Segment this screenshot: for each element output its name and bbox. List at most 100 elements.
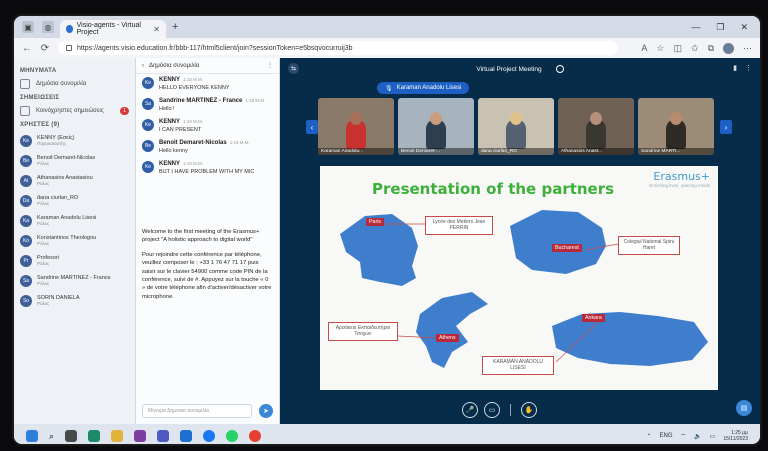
wifi-icon[interactable]: ⌔ bbox=[681, 432, 687, 440]
talking-speaker-name: Karaman Anadolu Lisesi bbox=[396, 85, 462, 91]
clock[interactable]: 1:25 μμ 15/11/2023 bbox=[723, 430, 748, 443]
message-text: BUT I HAVE PROBLEM WITH MY MIC bbox=[159, 168, 255, 175]
teams-icon[interactable] bbox=[157, 430, 170, 442]
chrome-icon[interactable] bbox=[249, 430, 262, 442]
user-role: Ρόλος bbox=[37, 241, 50, 247]
participant-name: dana ciurlan_RO bbox=[478, 148, 554, 155]
presentation-toggle-button[interactable]: ▤ bbox=[736, 400, 752, 416]
start-menu-icon[interactable] bbox=[26, 430, 38, 442]
workspaces-icon[interactable]: ▣ bbox=[22, 21, 34, 33]
meeting-area: ⇆ Virtual Project Meeting ▮ ⋮ 🎙 Karaman … bbox=[280, 58, 760, 424]
browser-globe-icon[interactable]: ◍ bbox=[42, 21, 54, 33]
participant-head bbox=[590, 112, 602, 125]
participant-head bbox=[670, 112, 682, 125]
chat-options-icon[interactable]: ⋮ bbox=[267, 62, 273, 69]
user-list-item[interactable]: Sa Sandrine MARTINEZ - France Ρόλος bbox=[20, 273, 129, 288]
whatsapp-icon[interactable] bbox=[226, 430, 239, 442]
participant-video-tile[interactable]: Benoit Demaret-... bbox=[398, 98, 474, 155]
outlook-icon[interactable] bbox=[180, 430, 193, 442]
collections-icon[interactable]: ⧉ bbox=[708, 43, 714, 54]
partner-box-romania: Colegiul National Spiru Haret bbox=[618, 236, 680, 255]
notes-section-title: ΣΗΜΕΙΩΣΕΙΣ bbox=[20, 95, 60, 101]
talking-indicator: 🎙 Karaman Anadolu Lisesi bbox=[377, 82, 470, 94]
message-avatar: Ke bbox=[142, 160, 154, 173]
volume-icon[interactable]: 🔈 bbox=[694, 433, 701, 440]
participant-name: Sandrine MARTI... bbox=[638, 148, 714, 155]
user-list-item[interactable]: Da dana ciurlan_RO Ρόλος bbox=[20, 193, 129, 208]
back-icon[interactable]: ← bbox=[22, 43, 32, 54]
close-window-button[interactable]: ✕ bbox=[740, 22, 748, 33]
tray-chevron-icon[interactable]: ⌃ bbox=[647, 433, 652, 440]
video-prev-arrow[interactable]: ‹ bbox=[306, 120, 318, 134]
chat-messages: Ke KENNY 1:18 Μ.Μ. HELLO EVERYONE KENNY S… bbox=[136, 74, 279, 179]
browser-toolbar-icons: A ☆ ◫ ✩ ⧉ ⋯ bbox=[641, 42, 752, 54]
user-list-item[interactable]: Ko Konstantinos Theologou Ρόλος bbox=[20, 233, 129, 248]
toggle-userlist-icon[interactable]: ⇆ bbox=[288, 63, 299, 74]
meeting-topbar: ⇆ Virtual Project Meeting ▮ ⋮ bbox=[280, 58, 760, 80]
user-names: Athanasios Anastasiou Ρόλος bbox=[37, 175, 93, 186]
windows-taskbar: ⌕ ⌃ ENG ⌔ 🔈 ▭ 1:25 μμ 15/11/2023 bbox=[14, 424, 760, 444]
raise-hand-button[interactable]: ✋ bbox=[521, 402, 537, 418]
user-avatar: Ka bbox=[20, 214, 32, 227]
battery-icon[interactable]: ▭ bbox=[710, 433, 716, 440]
participant-video-tile[interactable]: Karaman Anadolu... bbox=[318, 98, 394, 155]
user-list-item[interactable]: Ka Karaman Anadolu Lisesi Ρόλος bbox=[20, 213, 129, 228]
public-chat-item[interactable]: Δημόσια συνομιλία bbox=[20, 79, 129, 89]
mute-microphone-button[interactable]: 🎤 bbox=[462, 402, 478, 418]
refresh-icon[interactable]: ⟳ bbox=[40, 43, 50, 54]
user-list: Ke KENNY (Εσείς) Παρουσιαστής Be Benoit … bbox=[20, 133, 129, 308]
profile-avatar[interactable] bbox=[723, 42, 734, 54]
presentation-slide[interactable]: Presentation of the partners Erasmus+ En… bbox=[320, 166, 718, 390]
user-list-item[interactable]: Ke KENNY (Εσείς) Παρουσιαστής bbox=[20, 133, 129, 148]
shared-notes-item[interactable]: Κοινόχρηστες σημειώσεις 1 bbox=[20, 106, 129, 116]
user-list-item[interactable]: Pr Profesori Ρόλος bbox=[20, 253, 129, 268]
read-aloud-icon[interactable]: A bbox=[641, 43, 647, 54]
task-view-icon[interactable] bbox=[65, 430, 78, 442]
send-message-button[interactable]: ➤ bbox=[259, 404, 273, 418]
message-time: 1:19 Μ.Μ. bbox=[183, 160, 204, 166]
tray-language[interactable]: ENG bbox=[660, 433, 673, 439]
chat-panel: ‹ Δημόσια συνομιλία ⋮ Ke KENNY 1:18 Μ.Μ. … bbox=[136, 58, 280, 424]
minimize-button[interactable]: — bbox=[691, 22, 700, 33]
address-bar-row: ← ⟳ https://agents.visio.education.fr/bb… bbox=[14, 38, 760, 58]
browser-tab[interactable]: Visio-agents - Virtual Project ✕ bbox=[60, 20, 166, 38]
participant-video-tile[interactable]: dana ciurlan_RO bbox=[478, 98, 554, 155]
camera-button[interactable]: ▭ bbox=[484, 402, 500, 418]
favorite-star-icon[interactable]: ☆ bbox=[656, 43, 664, 54]
participant-video-tile[interactable]: Sandrine MARTI... bbox=[638, 98, 714, 155]
recording-icon[interactable] bbox=[555, 65, 564, 73]
facebook-icon[interactable] bbox=[203, 430, 216, 442]
video-next-arrow[interactable]: › bbox=[720, 120, 732, 134]
user-list-item[interactable]: Be Benoit Demaret-Nicolas Ρόλος bbox=[20, 153, 129, 168]
romania-shape bbox=[510, 210, 606, 274]
city-label-ankara: Ankara bbox=[582, 314, 605, 322]
system-tray: ⌃ ENG ⌔ 🔈 ▭ 1:25 μμ 15/11/2023 bbox=[647, 430, 749, 443]
new-tab-button[interactable]: + bbox=[172, 21, 178, 33]
participant-video-tile[interactable]: Athanasios Anast... bbox=[558, 98, 634, 155]
browser-menu-icon[interactable]: ⋯ bbox=[743, 43, 752, 54]
user-list-item[interactable]: So SORIN DANIELA Ρόλος bbox=[20, 293, 129, 308]
maximize-button[interactable]: ❐ bbox=[716, 22, 724, 33]
connection-status-icon[interactable]: ▮ bbox=[733, 64, 737, 72]
onenote-icon[interactable] bbox=[134, 430, 147, 442]
search-icon[interactable]: ⌕ bbox=[49, 431, 54, 442]
favorites-icon[interactable]: ✩ bbox=[691, 43, 699, 54]
options-menu-icon[interactable]: ⋮ bbox=[745, 64, 752, 72]
meeting-title: Virtual Project Meeting bbox=[476, 65, 542, 73]
chat-message: Ke KENNY 1:18 Μ.Μ. HELLO EVERYONE KENNY bbox=[136, 74, 279, 95]
user-list-item[interactable]: At Athanasios Anastasiou Ρόλος bbox=[20, 173, 129, 188]
chat-message-input[interactable]: Μήνυμα Δημόσια συνομιλία bbox=[142, 404, 252, 418]
participant-name: Benoit Demaret-... bbox=[398, 148, 474, 155]
url-field[interactable]: https://agents.visio.education.fr/bbb-11… bbox=[58, 41, 618, 55]
edge-browser-icon[interactable] bbox=[88, 430, 101, 442]
chat-back-icon[interactable]: ‹ bbox=[142, 63, 144, 69]
file-explorer-icon[interactable] bbox=[111, 430, 124, 442]
tab-close-icon[interactable]: ✕ bbox=[153, 25, 160, 34]
welcome-text-2: Pour rejoindre cette conférence par télé… bbox=[142, 251, 272, 300]
sender-name: Benoit Demaret-Nicolas bbox=[159, 139, 227, 146]
notes-badge: 1 bbox=[120, 107, 129, 115]
participant-name: Athanasios Anast... bbox=[558, 148, 634, 155]
split-screen-icon[interactable]: ◫ bbox=[674, 43, 683, 54]
user-avatar: Ko bbox=[20, 234, 32, 247]
url-text: https://agents.visio.education.fr/bbb-11… bbox=[77, 44, 353, 52]
